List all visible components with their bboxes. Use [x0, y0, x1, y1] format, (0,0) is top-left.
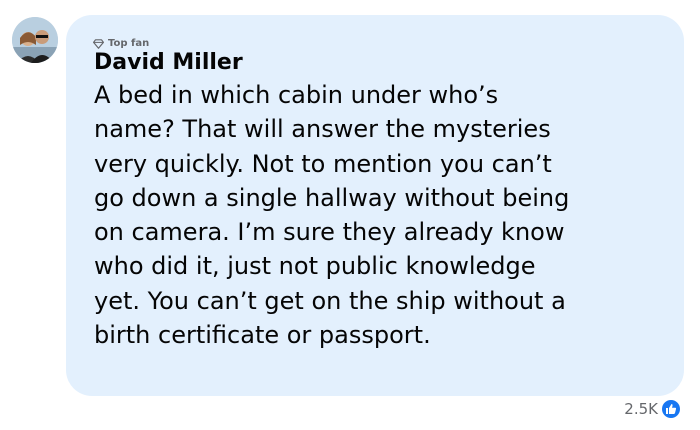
comment-line: who did it, just not public knowledge	[94, 252, 536, 281]
comment-line: on camera. I’m sure they already know	[94, 218, 565, 247]
reactions[interactable]: 2.5K	[624, 398, 682, 420]
diamond-icon	[93, 38, 104, 49]
comment-line: birth certificate or passport.	[94, 321, 431, 350]
comment-line: go down a single hallway without being	[94, 183, 570, 212]
comment-line: very quickly. Not to mention you can’t	[94, 149, 552, 178]
top-fan-badge: Top fan	[93, 38, 149, 49]
reaction-count: 2.5K	[624, 400, 658, 418]
comment-line: A bed in which cabin under who’s	[94, 81, 499, 109]
comment: Top fan David Miller A bed in which cabi…	[0, 0, 700, 430]
comment-line: yet. You can’t get on the ship without a	[94, 286, 566, 315]
comment-line: name? That will answer the mysteries	[94, 115, 551, 144]
badge-label: Top fan	[108, 38, 150, 49]
author-name[interactable]: David Miller	[94, 49, 243, 77]
comment-text: A bed in which cabin under who’s name? T…	[94, 78, 674, 352]
like-icon	[660, 398, 682, 420]
avatar[interactable]	[12, 17, 58, 63]
